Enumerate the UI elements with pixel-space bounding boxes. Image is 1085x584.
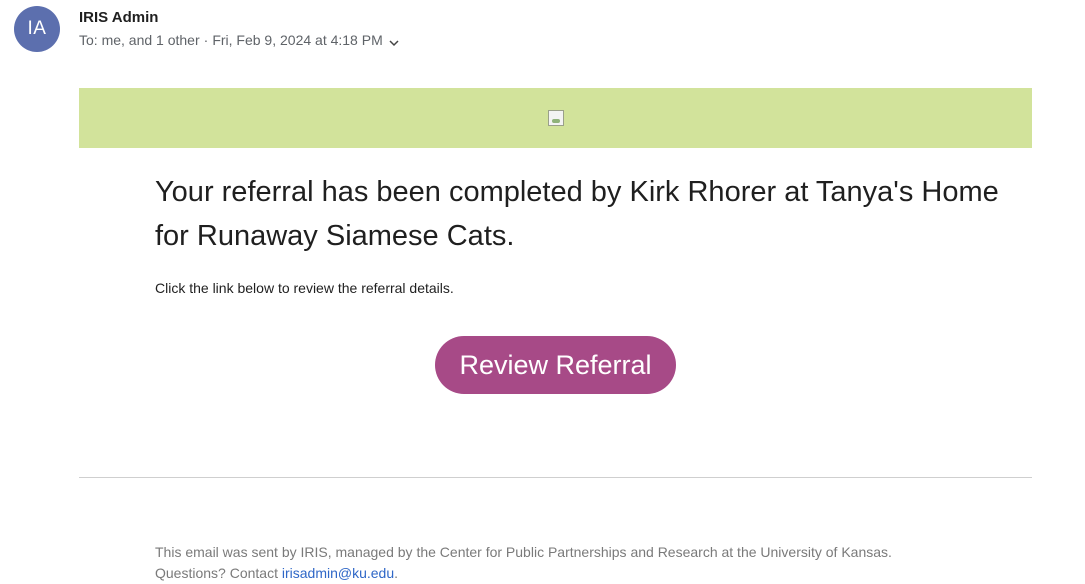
sent-date: Fri, Feb 9, 2024 at 4:18 PM [212, 32, 383, 48]
header-banner [79, 88, 1032, 148]
footer-contact-suffix: . [394, 565, 399, 581]
footer-divider [79, 477, 1032, 478]
email-headline: Your referral has been completed by Kirk… [155, 176, 999, 252]
recipients-text: To: me, and 1 other [79, 32, 200, 48]
review-referral-button[interactable]: Review Referral [435, 336, 676, 394]
recipient-details[interactable]: To: me, and 1 other · Fri, Feb 9, 2024 a… [79, 32, 399, 48]
email-footer: This email was sent by IRIS, managed by … [155, 542, 892, 584]
contact-email-link[interactable]: irisadmin@ku.edu [282, 565, 394, 581]
sender-name[interactable]: IRIS Admin [79, 9, 158, 26]
broken-image-icon [547, 110, 564, 126]
footer-contact-prefix: Questions? Contact [155, 565, 282, 581]
review-referral-label: Review Referral [459, 349, 652, 380]
footer-line-1: This email was sent by IRIS, managed by … [155, 544, 892, 560]
instruction-text: Click the link below to review the refer… [155, 280, 454, 296]
chevron-down-icon[interactable] [389, 35, 399, 47]
meta-separator: · [203, 32, 209, 48]
avatar-initials: IA [27, 18, 47, 39]
sender-avatar[interactable]: IA [14, 6, 60, 52]
